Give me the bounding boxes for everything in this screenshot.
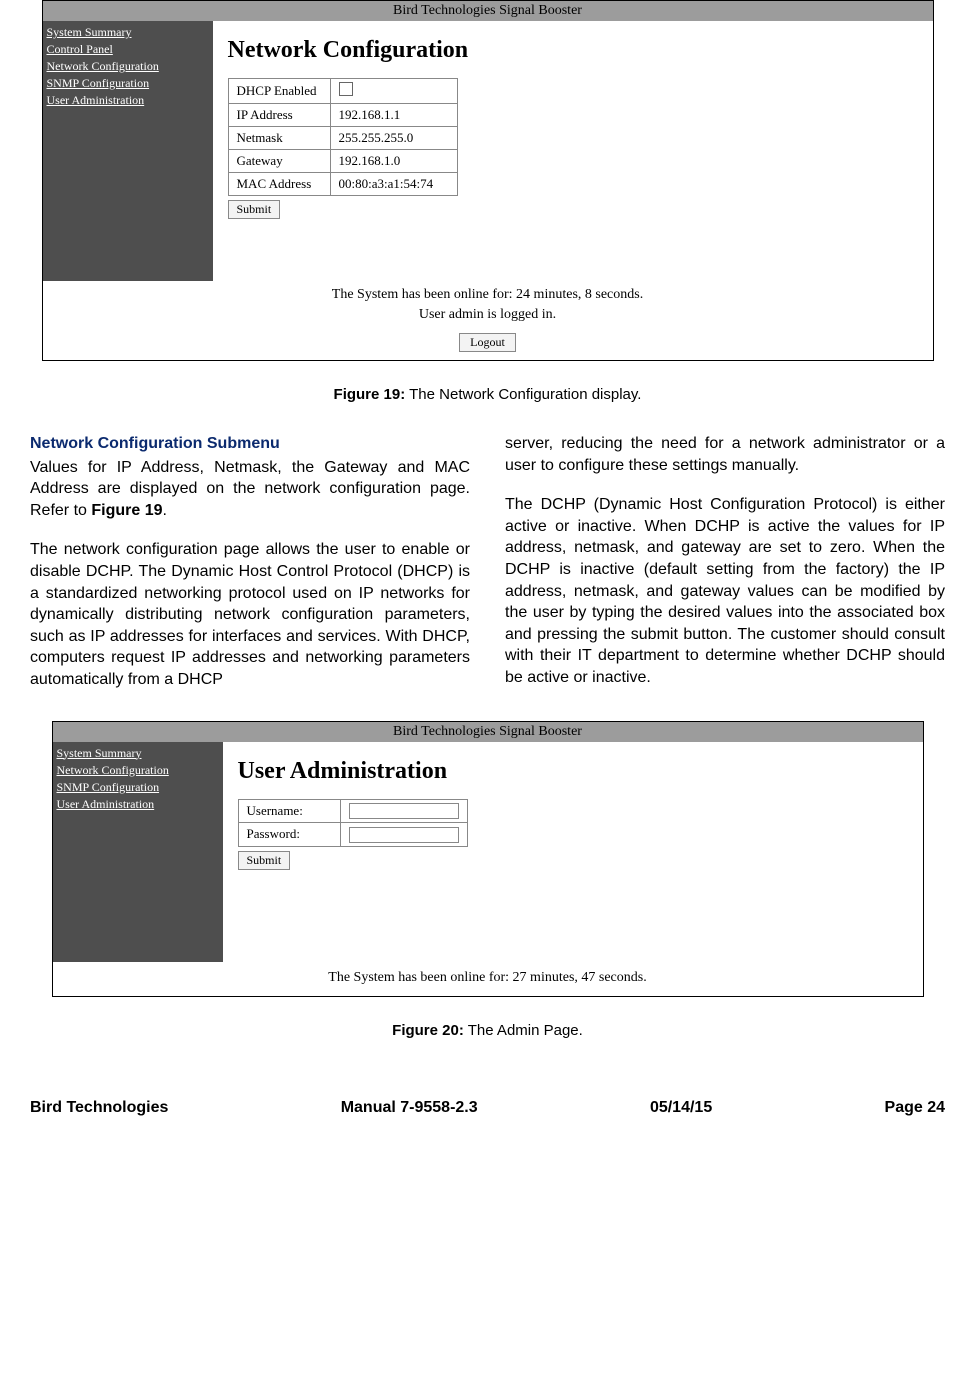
body-para-3: server, reducing the need for a network … <box>505 433 945 476</box>
main-panel: User Administration Username: Password: … <box>223 742 923 962</box>
figure-20-screenshot: Bird Technologies Signal Booster System … <box>52 721 924 997</box>
status-uptime: The System has been online for: 27 minut… <box>53 962 923 996</box>
row-label-gateway: Gateway <box>228 150 330 173</box>
row-label-ip: IP Address <box>228 104 330 127</box>
sidebar-item-system-summary[interactable]: System Summary <box>57 745 219 762</box>
sidebar-item-network-configuration[interactable]: Network Configuration <box>57 762 219 779</box>
app-titlebar: Bird Technologies Signal Booster <box>43 1 933 21</box>
sidebar-item-system-summary[interactable]: System Summary <box>47 24 209 41</box>
page-title: Network Configuration <box>228 37 918 64</box>
sidebar-item-snmp-configuration[interactable]: SNMP Configuration <box>57 779 219 796</box>
sidebar-item-network-configuration[interactable]: Network Configuration <box>47 58 209 75</box>
body-para-2: The network configuration page allows th… <box>30 539 470 690</box>
sidebar-item-user-administration[interactable]: User Administration <box>57 796 219 813</box>
user-admin-table: Username: Password: <box>238 799 468 847</box>
body-para-4: The DCHP (Dynamic Host Configuration Pro… <box>505 494 945 688</box>
sidebar-nav: System Summary Network Configuration SNM… <box>53 742 223 962</box>
row-label-password: Password: <box>238 823 340 847</box>
page-footer: Bird Technologies Manual 7-9558-2.3 05/1… <box>30 1099 945 1117</box>
body-para-1: Values for IP Address, Netmask, the Gate… <box>30 457 470 522</box>
figure-19-caption: Figure 19: The Network Configuration dis… <box>30 386 945 403</box>
body-columns: Network Configuration Submenu Values for… <box>30 433 945 691</box>
network-config-table: DHCP Enabled IP Address 192.168.1.1 Netm… <box>228 78 458 196</box>
submit-button[interactable]: Submit <box>238 851 291 870</box>
gateway-value[interactable]: 192.168.1.0 <box>330 150 457 173</box>
footer-manual: Manual 7-9558-2.3 <box>341 1099 478 1117</box>
right-column: server, reducing the need for a network … <box>505 433 945 691</box>
netmask-value[interactable]: 255.255.255.0 <box>330 127 457 150</box>
footer-date: 05/14/15 <box>650 1099 712 1117</box>
password-input[interactable] <box>349 827 459 843</box>
section-heading: Network Configuration Submenu <box>30 433 470 455</box>
app-titlebar: Bird Technologies Signal Booster <box>53 722 923 742</box>
ip-address-value[interactable]: 192.168.1.1 <box>330 104 457 127</box>
dhcp-checkbox[interactable] <box>339 82 353 96</box>
main-panel: Network Configuration DHCP Enabled IP Ad… <box>213 21 933 281</box>
submit-button[interactable]: Submit <box>228 200 281 219</box>
sidebar-item-snmp-configuration[interactable]: SNMP Configuration <box>47 75 209 92</box>
figure-19-screenshot: Bird Technologies Signal Booster System … <box>42 0 934 361</box>
row-label-username: Username: <box>238 799 340 823</box>
page-title: User Administration <box>238 758 908 785</box>
sidebar-item-control-panel[interactable]: Control Panel <box>47 41 209 58</box>
status-uptime: The System has been online for: 24 minut… <box>43 281 933 307</box>
left-column: Network Configuration Submenu Values for… <box>30 433 470 691</box>
footer-company: Bird Technologies <box>30 1099 168 1117</box>
row-label-netmask: Netmask <box>228 127 330 150</box>
mac-address-value: 00:80:a3:a1:54:74 <box>330 173 457 196</box>
sidebar-nav: System Summary Control Panel Network Con… <box>43 21 213 281</box>
figure-20-caption: Figure 20: The Admin Page. <box>30 1022 945 1039</box>
row-label-mac: MAC Address <box>228 173 330 196</box>
logout-button[interactable]: Logout <box>459 333 516 352</box>
username-input[interactable] <box>349 803 459 819</box>
status-user: User admin is logged in. <box>43 307 933 327</box>
sidebar-item-user-administration[interactable]: User Administration <box>47 92 209 109</box>
row-label-dhcp: DHCP Enabled <box>228 79 330 104</box>
footer-page: Page 24 <box>885 1099 945 1117</box>
